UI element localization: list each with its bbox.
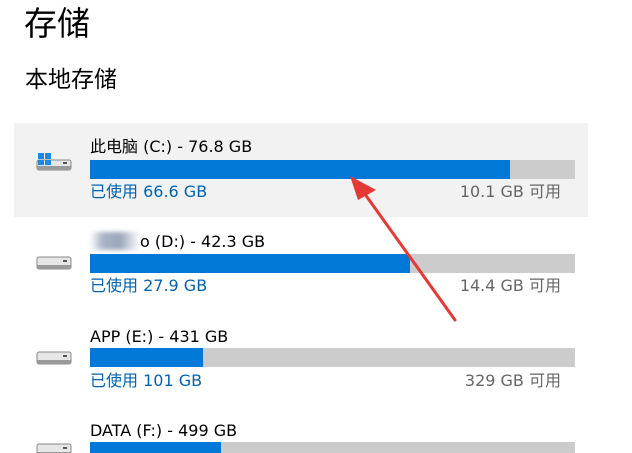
usage-bar <box>90 254 575 273</box>
usage-bar <box>90 348 575 367</box>
drive-name: o (D:) - 42.3 GB <box>90 231 265 253</box>
free-space: 10.1 GB 可用 <box>459 182 561 201</box>
used-space: 已使用 66.6 GB <box>90 182 208 201</box>
drive-name: APP (E:) - 431 GB <box>90 327 229 346</box>
used-space: 已使用 101 GB <box>90 371 203 390</box>
drive-name: 此电脑 (C:) - 76.8 GB <box>90 137 253 156</box>
drive-name: DATA (F:) - 499 GB <box>90 421 238 440</box>
drive-icon <box>36 347 72 369</box>
free-space: 329 GB 可用 <box>464 371 561 390</box>
drive-item-e[interactable]: APP (E:) - 431 GB 已使用 101 GB 329 GB 可用 <box>14 313 588 407</box>
usage-bar-fill <box>90 254 411 273</box>
drive-item-c[interactable]: 此电脑 (C:) - 76.8 GB 已使用 66.6 GB 10.1 GB 可… <box>14 123 588 217</box>
drive-icon <box>36 439 72 453</box>
drive-icon <box>36 252 72 274</box>
free-space: 14.4 GB 可用 <box>459 276 561 295</box>
usage-bar-fill <box>90 348 204 367</box>
drive-item-f[interactable]: DATA (F:) - 499 GB <box>14 407 588 453</box>
redacted-label <box>90 232 140 250</box>
usage-bar <box>90 442 575 453</box>
usage-bar <box>90 160 575 179</box>
usage-bar-fill <box>90 442 221 453</box>
storage-page: 存储 本地存储 此电脑 (C:) - 76.8 GB 已使用 66.6 GB 1… <box>0 0 632 453</box>
usage-bar-fill <box>90 160 511 179</box>
windows-drive-icon <box>36 151 72 173</box>
used-space: 已使用 27.9 GB <box>90 276 208 295</box>
section-title-local-storage: 本地存储 <box>25 67 117 93</box>
page-title: 存储 <box>24 4 90 43</box>
drive-item-d[interactable]: o (D:) - 42.3 GB 已使用 27.9 GB 14.4 GB 可用 <box>14 218 588 312</box>
